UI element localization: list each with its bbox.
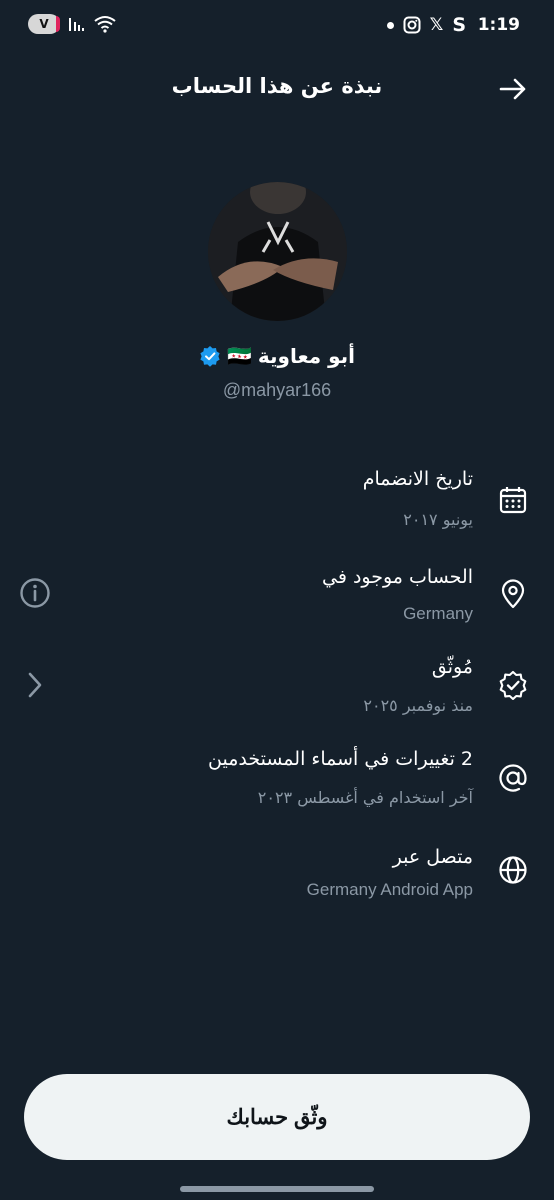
profile-name-row: 🇸🇾 أبو معاوية bbox=[0, 344, 554, 368]
row-account-location: الحساب موجود في Germany bbox=[0, 562, 554, 632]
flag-icon: 🇸🇾 bbox=[226, 344, 252, 368]
row-title: تاريخ الانضمام bbox=[362, 468, 473, 490]
back-arrow-icon[interactable] bbox=[498, 74, 528, 104]
row-verified: مُوثّق منذ نوفمبر ٢٠٢٥ bbox=[0, 652, 554, 722]
calendar-icon bbox=[499, 487, 527, 514]
notification-dot-icon bbox=[386, 21, 394, 29]
row-title: مُوثّق bbox=[431, 656, 473, 678]
signal-icon bbox=[69, 18, 84, 31]
chevron-right-icon[interactable] bbox=[19, 669, 51, 701]
page-title: نبذة عن هذا الحساب bbox=[171, 74, 383, 98]
home-indicator[interactable] bbox=[180, 1186, 374, 1192]
info-icon[interactable] bbox=[19, 577, 51, 609]
row-subtitle: Germany Android App bbox=[306, 880, 473, 899]
profile-handle: @mahyar166 bbox=[222, 380, 332, 400]
battery-indicator: V bbox=[28, 14, 60, 34]
row-subtitle: منذ نوفمبر ٢٠٢٥ bbox=[363, 696, 473, 715]
status-bar-time: 1:19 bbox=[477, 15, 520, 35]
row-join-date: تاريخ الانضمام يونيو ٢٠١٧ bbox=[0, 464, 554, 534]
row-subtitle: Germany bbox=[403, 604, 473, 623]
verify-account-button[interactable]: وثّق حسابك bbox=[24, 1074, 530, 1160]
profile-name: أبو معاوية bbox=[257, 344, 356, 368]
row-title: متصل عبر bbox=[392, 846, 473, 868]
verified-badge-icon bbox=[200, 346, 220, 367]
row-subtitle: يونيو ٢٠١٧ bbox=[403, 510, 473, 529]
wifi-icon bbox=[94, 16, 116, 33]
status-bar-notifications: 𝕏 S bbox=[386, 14, 466, 36]
at-sign-icon bbox=[499, 764, 527, 792]
avatar bbox=[208, 182, 347, 321]
location-pin-icon bbox=[501, 579, 525, 609]
row-title: 2 تغييرات في أسماء المستخدمين bbox=[208, 748, 473, 770]
instagram-icon bbox=[403, 16, 421, 34]
status-bar-left: V bbox=[28, 14, 116, 34]
x-app-icon: 𝕏 bbox=[429, 15, 444, 35]
s-app-icon: S bbox=[452, 14, 466, 36]
row-username-changes: 2 تغييرات في أسماء المستخدمين آخر استخدا… bbox=[0, 744, 554, 814]
row-subtitle: آخر استخدام في أغسطس ٢٠٢٣ bbox=[257, 788, 473, 807]
verified-badge-icon bbox=[499, 670, 527, 700]
row-title: الحساب موجود في bbox=[322, 566, 473, 588]
globe-icon bbox=[499, 856, 527, 884]
row-connected-via: متصل عبر Germany Android App bbox=[0, 842, 554, 912]
